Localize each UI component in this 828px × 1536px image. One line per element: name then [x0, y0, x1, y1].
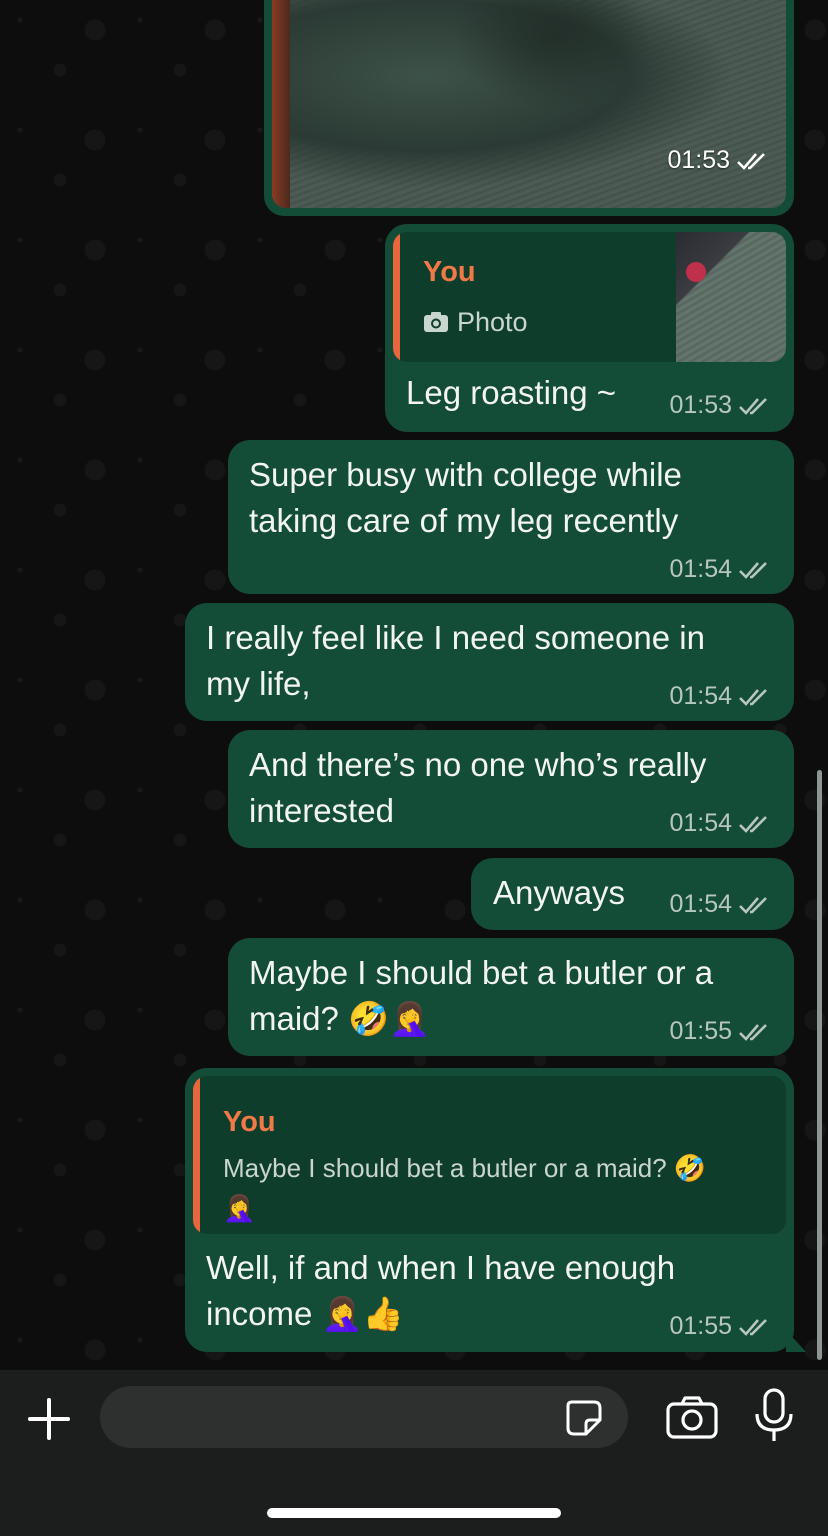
message-time: 01:53 — [669, 391, 732, 419]
double-check-icon — [738, 395, 772, 417]
message-input[interactable] — [100, 1386, 628, 1448]
message-text: Well, if and when I have enough income 🤦… — [206, 1249, 676, 1332]
double-check-icon — [738, 1021, 772, 1043]
photo-message[interactable]: 01:53 — [264, 0, 794, 216]
quote-text: Maybe I should bet a butler or a maid? 🤣… — [223, 1153, 707, 1223]
message-meta: 01:55 — [669, 1017, 772, 1046]
double-check-icon — [738, 1316, 772, 1338]
message-text: I really feel like I need someone in my … — [206, 619, 705, 702]
quote-photo-label: Photo — [423, 302, 528, 342]
plus-icon[interactable] — [26, 1396, 72, 1442]
message-bubble[interactable]: And there’s no one who’s really interest… — [228, 730, 794, 848]
double-check-icon — [736, 150, 770, 172]
quote-bar — [193, 1076, 200, 1234]
double-check-icon — [738, 686, 772, 708]
message-meta: 01:53 — [667, 146, 770, 175]
message-time: 01:53 — [667, 146, 730, 174]
message-bubble[interactable]: Maybe I should bet a butler or a maid? 🤣… — [228, 938, 794, 1056]
quote-author: You — [423, 256, 476, 288]
bubble-tail — [786, 1330, 806, 1352]
chat-background: 01:53 You Photo Leg roasting ~ 01:53 Sup… — [0, 0, 828, 1370]
camera-icon — [424, 312, 448, 332]
message-text: Leg roasting ~ — [406, 374, 617, 411]
message-time: 01:54 — [669, 555, 732, 583]
photo-image[interactable] — [272, 0, 786, 208]
quote-thumbnail — [676, 232, 786, 362]
scrollbar[interactable] — [817, 770, 822, 1360]
message-meta: 01:54 — [669, 682, 772, 711]
quoted-message[interactable]: You Photo — [393, 232, 786, 362]
message-time: 01:54 — [669, 890, 732, 918]
sticker-icon[interactable] — [564, 1398, 604, 1438]
reply-message-leg-roasting[interactable]: You Photo Leg roasting ~ 01:53 — [385, 224, 794, 432]
double-check-icon — [738, 813, 772, 835]
camera-icon[interactable] — [666, 1394, 718, 1440]
message-text: Anyways — [493, 874, 626, 911]
message-text: Maybe I should bet a butler or a maid? 🤣… — [249, 954, 714, 1037]
message-meta: 01:54 — [669, 555, 772, 584]
double-check-icon — [738, 894, 772, 916]
home-indicator[interactable] — [267, 1508, 561, 1518]
message-time: 01:55 — [669, 1312, 732, 1340]
quoted-message[interactable]: You Maybe I should bet a butler or a mai… — [193, 1076, 786, 1234]
message-text: And there’s no one who’s really interest… — [249, 746, 707, 829]
message-text: Super busy with college while taking car… — [249, 456, 682, 539]
reply-message-income[interactable]: You Maybe I should bet a butler or a mai… — [185, 1068, 794, 1352]
quote-author: You — [223, 1106, 276, 1138]
message-bubble[interactable]: Super busy with college while taking car… — [228, 440, 794, 594]
message-meta: 01:53 — [669, 391, 772, 420]
message-meta: 01:55 — [669, 1312, 772, 1341]
message-time: 01:55 — [669, 1017, 732, 1045]
double-check-icon — [738, 559, 772, 581]
message-time: 01:54 — [669, 809, 732, 837]
microphone-icon[interactable] — [754, 1388, 794, 1444]
message-meta: 01:54 — [669, 890, 772, 919]
message-bubble[interactable]: I really feel like I need someone in my … — [185, 603, 794, 721]
message-meta: 01:54 — [669, 809, 772, 838]
message-time: 01:54 — [669, 682, 732, 710]
quote-bar — [393, 232, 400, 362]
message-bubble[interactable]: Anyways 01:54 — [471, 858, 794, 930]
